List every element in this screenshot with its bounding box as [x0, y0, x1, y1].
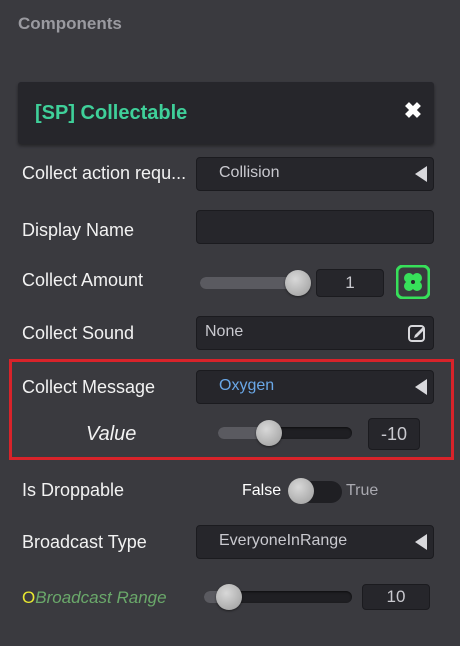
- clover-icon[interactable]: [396, 265, 430, 299]
- value-slider-track[interactable]: [218, 427, 352, 439]
- broadcast-range-slider-knob[interactable]: [216, 584, 243, 610]
- display-name-input[interactable]: [196, 210, 434, 244]
- collect-sound-value: None: [205, 323, 244, 340]
- toggle-false-label: False: [242, 482, 282, 499]
- display-name-label: Display Name: [22, 220, 135, 240]
- collect-action-value: Collision: [219, 164, 280, 181]
- collect-amount-label: Collect Amount: [22, 270, 144, 290]
- dropdown-arrow-icon: [415, 379, 427, 395]
- broadcast-range-prefix: O: [22, 588, 36, 607]
- broadcast-range-field[interactable]: 10: [362, 584, 430, 610]
- collect-message-label: Collect Message: [22, 377, 156, 397]
- collect-action-label: Collect action requ...: [22, 163, 187, 183]
- collect-amount-slider-fill: [200, 277, 299, 289]
- collect-sound-label: Collect Sound: [22, 323, 135, 343]
- broadcast-type-dropdown[interactable]: EveryoneInRange: [196, 525, 434, 559]
- is-droppable-label: Is Droppable: [22, 480, 125, 500]
- broadcast-type-label: Broadcast Type: [22, 532, 147, 552]
- value-label: Value: [86, 423, 137, 445]
- toggle-true-label: True: [346, 482, 379, 499]
- component-title: [SP] Collectable: [35, 102, 188, 124]
- collect-action-dropdown[interactable]: Collision: [196, 157, 434, 191]
- collect-amount-field[interactable]: 1: [316, 269, 384, 297]
- close-icon[interactable]: ✖: [402, 100, 424, 122]
- collect-amount-slider-knob[interactable]: [285, 270, 312, 296]
- collect-message-dropdown[interactable]: Oxygen: [196, 370, 434, 404]
- broadcast-range-label: Broadcast Range: [35, 588, 167, 607]
- edit-icon[interactable]: [407, 323, 427, 343]
- section-title: Components: [18, 14, 122, 33]
- dropdown-arrow-icon: [415, 534, 427, 550]
- value-field[interactable]: -10: [368, 418, 420, 450]
- value-slider-knob[interactable]: [255, 420, 282, 446]
- component-header: [SP] Collectable ✖: [18, 82, 434, 144]
- broadcast-type-value: EveryoneInRange: [219, 532, 348, 549]
- broadcast-range-row-label: OBroadcast Range: [22, 588, 167, 608]
- dropdown-arrow-icon: [415, 166, 427, 182]
- collect-message-value: Oxygen: [219, 377, 275, 394]
- collect-sound-field[interactable]: None: [196, 316, 434, 350]
- toggle-knob[interactable]: [288, 478, 314, 504]
